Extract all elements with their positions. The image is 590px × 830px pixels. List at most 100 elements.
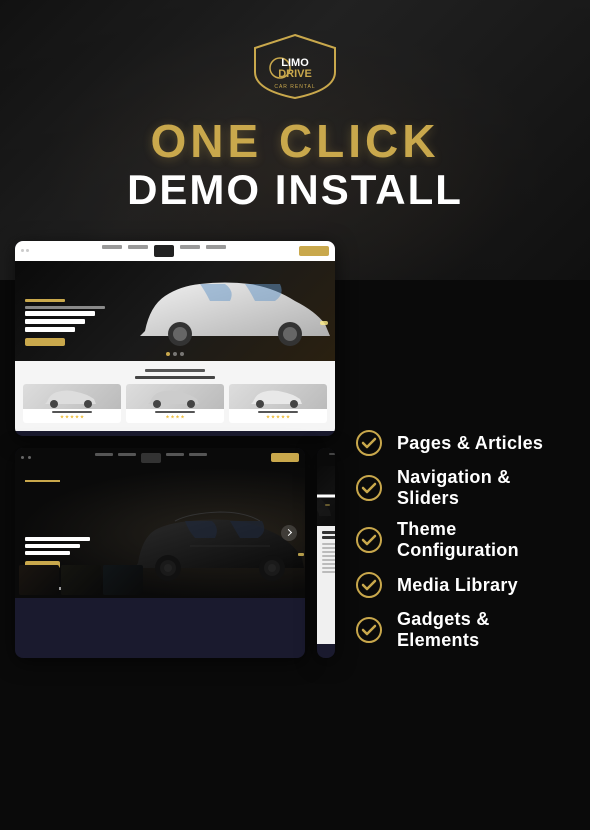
nav-dot-1 <box>21 249 24 252</box>
hero-h3 <box>25 327 75 332</box>
nav-inner <box>21 453 299 463</box>
about-content: 15+ EXPERIENCE <box>317 526 335 644</box>
car-name-3 <box>258 411 298 413</box>
nav-links <box>33 245 295 257</box>
mock-hero-text <box>25 299 105 346</box>
check-icon-gadgets <box>355 616 383 644</box>
checkmark-circle-pages <box>355 429 383 457</box>
about-line-5 <box>322 559 335 561</box>
car-silhouette-top <box>135 266 335 356</box>
anl1 <box>329 453 335 455</box>
nav-logo-center <box>154 245 174 257</box>
star-2 <box>271 415 275 419</box>
car-card-1 <box>23 384 121 423</box>
thumb-1 <box>19 565 59 595</box>
check-icon-pages <box>355 429 383 457</box>
about-text-side <box>322 531 335 639</box>
feature-label-pages: Pages & Articles <box>397 433 543 454</box>
hero-title-line1: ONE CLICK <box>151 116 440 167</box>
check-icon-theme <box>355 526 383 554</box>
nl4 <box>189 453 207 456</box>
about-h2 <box>322 536 335 539</box>
check-icon-media <box>355 571 383 599</box>
svg-text:CAR RENTAL: CAR RENTAL <box>274 84 315 90</box>
nav-dot-2 <box>26 249 29 252</box>
nav-btn <box>299 246 329 256</box>
feature-label-media: Media Library <box>397 575 518 596</box>
features-column: Pages & Articles Navigation & Sliders <box>355 241 575 830</box>
check-icon-navigation <box>355 474 383 502</box>
mock-hero2-area <box>15 468 305 598</box>
about-line-7 <box>322 567 335 569</box>
about-hero-section <box>317 466 335 526</box>
star-5 <box>80 415 84 419</box>
screenshot-bottom-left <box>15 448 305 658</box>
thumb-2 <box>61 565 101 595</box>
cars-grid <box>23 384 327 423</box>
car-icon-2 <box>126 384 224 409</box>
page-wrapper: LIMO DRIVE CAR RENTAL ONE CLICK DEMO INS… <box>0 0 590 830</box>
star-4 <box>281 415 285 419</box>
arrow-shape <box>284 529 291 536</box>
car-icon-3 <box>229 384 327 409</box>
mock-nav-bottom-left <box>15 448 305 468</box>
car-img-1 <box>23 384 121 409</box>
nl2 <box>118 453 136 456</box>
car-stars-1 <box>23 415 121 419</box>
about-main-row: 15+ EXPERIENCE <box>322 531 330 639</box>
car-card-2 <box>126 384 224 423</box>
star-1 <box>266 415 270 419</box>
star-1 <box>60 415 64 419</box>
car-name-1 <box>52 411 92 413</box>
feature-item-media: Media Library <box>355 571 575 599</box>
mock-about-nav <box>317 448 335 466</box>
hero-h1 <box>25 311 95 316</box>
mock-hero-area <box>15 261 335 361</box>
feature-item-navigation: Navigation & Sliders <box>355 467 575 509</box>
about-title-bar <box>317 494 335 497</box>
car-icon-1 <box>23 384 121 409</box>
hero2-h3 <box>25 551 70 555</box>
nav-cta <box>271 453 299 462</box>
screenshots-column: 15+ EXPERIENCE <box>15 241 335 830</box>
about-line-4 <box>322 555 335 557</box>
car-img-2 <box>126 384 224 409</box>
hero-tag-line <box>25 299 65 302</box>
hero-title-line2: DEMO INSTALL <box>127 167 463 213</box>
nav-d1 <box>21 456 24 459</box>
about-line-2 <box>322 547 335 549</box>
hero2-tag <box>25 480 60 482</box>
nav-link-2 <box>128 245 148 249</box>
title-bar <box>145 369 205 372</box>
checkmark-circle-gadgets <box>355 616 383 644</box>
about-nav-links <box>329 453 335 461</box>
thumbnail-strip <box>15 563 305 598</box>
svg-text:DRIVE: DRIVE <box>278 68 312 80</box>
about-line-8 <box>322 571 335 573</box>
car-stars-2 <box>126 415 224 419</box>
hero-h2 <box>25 319 85 324</box>
screenshot-top <box>15 241 335 436</box>
feature-label-gadgets: Gadgets & Elements <box>397 609 575 651</box>
nav-d2 <box>28 456 31 459</box>
car-stars-3 <box>229 415 327 419</box>
nav-link-4 <box>206 245 226 249</box>
nav-dots <box>21 249 29 252</box>
nav-link-1 <box>102 245 122 249</box>
star-4 <box>181 415 185 419</box>
star-3 <box>70 415 74 419</box>
checkmark-circle-media <box>355 571 383 599</box>
about-nav-inner <box>323 453 329 461</box>
star-3 <box>276 415 280 419</box>
slider-arrow <box>281 525 297 541</box>
nl1 <box>95 453 113 456</box>
car-name-2 <box>155 411 195 413</box>
star-1 <box>166 415 170 419</box>
about-h1 <box>322 531 335 534</box>
screenshot-bottom-right: 15+ EXPERIENCE <box>317 448 335 658</box>
about-line-3 <box>322 551 335 553</box>
nl3 <box>166 453 184 456</box>
star-3 <box>176 415 180 419</box>
content-area: 15+ EXPERIENCE <box>0 241 590 830</box>
logo-container: LIMO DRIVE CAR RENTAL <box>245 30 345 100</box>
